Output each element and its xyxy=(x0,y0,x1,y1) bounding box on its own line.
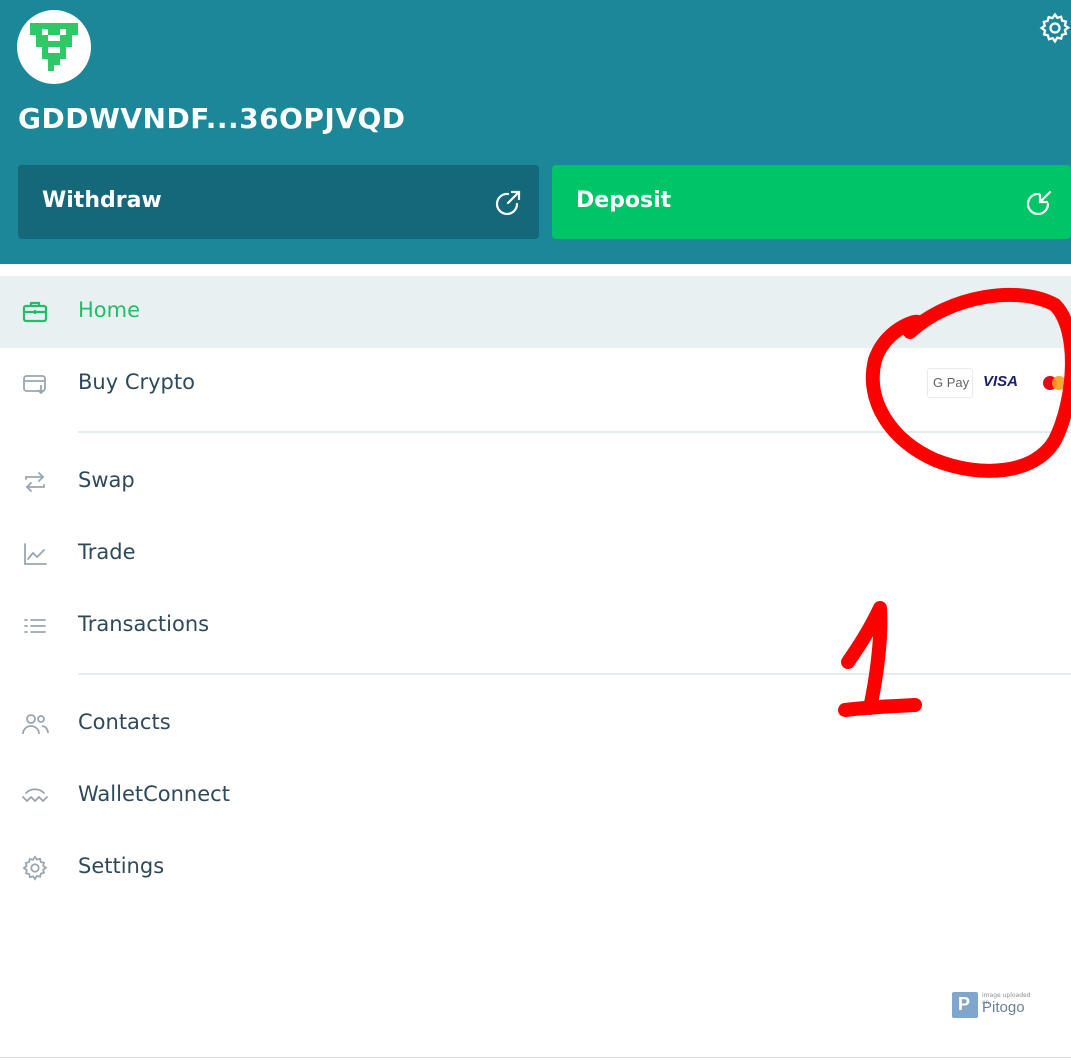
google-pay-text: G Pay xyxy=(933,375,970,390)
visa-badge: VISA xyxy=(977,368,1029,398)
nav-item-trade[interactable]: Trade xyxy=(0,518,1071,590)
google-pay-badge: G Pay xyxy=(927,368,973,398)
nav-item-settings[interactable]: Settings xyxy=(0,832,1071,904)
nav-item-label: Trade xyxy=(78,540,136,564)
nav-divider xyxy=(78,431,1071,433)
pitogo-watermark: P image uploaded on Pitogo xyxy=(952,990,1032,1020)
list-icon xyxy=(24,619,46,633)
mastercard-icon xyxy=(1043,376,1066,390)
chart-line-icon xyxy=(24,543,47,565)
nav-item-contacts[interactable]: Contacts xyxy=(0,688,1071,760)
watermark-name: Pitogo xyxy=(982,999,1025,1016)
card-download-icon xyxy=(23,375,46,395)
withdraw-label: Withdraw xyxy=(42,188,162,213)
gear-icon xyxy=(22,855,48,881)
nav-item-buy-crypto[interactable]: Buy Crypto G Pay VISA xyxy=(0,348,1071,420)
nav-item-swap[interactable]: Swap xyxy=(0,446,1071,518)
nav-item-label: Home xyxy=(78,298,141,322)
people-icon xyxy=(22,714,49,735)
account-avatar[interactable] xyxy=(17,10,91,84)
arrow-up-right-icon xyxy=(495,190,521,216)
nav-item-label: Swap xyxy=(78,468,135,492)
gear-icon xyxy=(1039,12,1071,44)
walletconnect-icon xyxy=(22,788,48,802)
nav-item-label: Transactions xyxy=(78,612,210,636)
deposit-label: Deposit xyxy=(576,188,672,213)
visa-text: VISA xyxy=(983,373,1019,390)
nav-item-label: Buy Crypto xyxy=(78,370,195,394)
nav-item-label: Settings xyxy=(78,854,165,878)
mastercard-badge xyxy=(1033,368,1067,398)
deposit-button[interactable]: Deposit xyxy=(552,165,1071,239)
nav-divider xyxy=(78,673,1071,675)
header-gap xyxy=(0,264,1071,276)
wallet-address[interactable]: GDDWVNDF...36OPJVQD xyxy=(18,102,406,135)
settings-gear-button[interactable] xyxy=(1038,11,1071,45)
briefcase-icon xyxy=(22,301,48,323)
nav-item-home[interactable]: Home xyxy=(0,276,1071,348)
pitogo-logo-icon: P xyxy=(952,992,978,1018)
nav-item-walletconnect[interactable]: WalletConnect xyxy=(0,760,1071,832)
nav-item-label: WalletConnect xyxy=(78,782,230,806)
wallet-header: GDDWVNDF...36OPJVQD Withdraw Deposit xyxy=(0,0,1071,264)
identicon-avatar-icon xyxy=(30,23,78,71)
swap-arrows-icon xyxy=(25,472,45,492)
arrow-down-left-icon xyxy=(1026,190,1052,216)
payment-methods: G Pay VISA xyxy=(927,368,1067,398)
bottom-border xyxy=(0,1057,1071,1058)
withdraw-button[interactable]: Withdraw xyxy=(18,165,539,239)
nav-item-label: Contacts xyxy=(78,710,171,734)
nav-item-transactions[interactable]: Transactions xyxy=(0,590,1071,662)
